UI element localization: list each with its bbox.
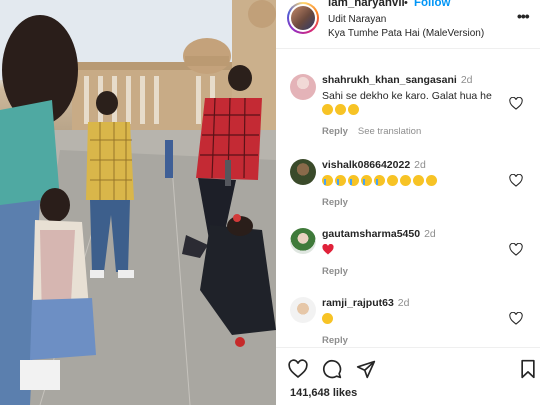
- commenter-avatar[interactable]: [290, 228, 316, 254]
- bookmark-icon[interactable]: [518, 359, 538, 379]
- like-comment-heart-icon[interactable]: [509, 174, 523, 187]
- separator-dot: •: [404, 0, 408, 9]
- post-header: iam_haryanvii • Follow Udit Narayan Kya …: [276, 0, 540, 48]
- laughing-emoji-icon: [335, 104, 346, 115]
- follow-button[interactable]: Follow: [414, 0, 450, 9]
- commenter-avatar[interactable]: [290, 297, 316, 323]
- comment-item: ramji_rajput63 2d Reply: [276, 297, 540, 346]
- crying-emoji-icon: [374, 175, 385, 186]
- comment-item: shahrukh_khan_sangasani 2d Sahi se dekho …: [276, 74, 540, 140]
- share-icon[interactable]: [356, 359, 376, 379]
- comment-emojis: [322, 175, 439, 188]
- comment-item: gautamsharma5450 2d Reply: [276, 228, 540, 294]
- reply-button[interactable]: Reply: [322, 126, 348, 137]
- reply-button[interactable]: Reply: [322, 335, 348, 346]
- comment-emojis: [322, 313, 335, 326]
- commenter-avatar[interactable]: [290, 74, 316, 100]
- like-comment-heart-icon[interactable]: [509, 97, 523, 110]
- comment-time: 2d: [414, 159, 426, 171]
- like-comment-heart-icon[interactable]: [509, 243, 523, 256]
- commenter-avatar[interactable]: [290, 159, 316, 185]
- commenter-username[interactable]: ramji_rajput63: [322, 297, 394, 309]
- sad-emoji-icon: [413, 175, 424, 186]
- sad-emoji-icon: [426, 175, 437, 186]
- comment-time: 2d: [460, 74, 473, 86]
- reply-button[interactable]: Reply: [322, 197, 348, 208]
- commenter-username[interactable]: gautamsharma5450: [322, 228, 420, 240]
- commenter-username[interactable]: vishalk086642022: [322, 159, 410, 171]
- audio-artist-link[interactable]: Udit Narayan: [328, 14, 386, 25]
- post-action-bar: 141,648 likes: [276, 347, 540, 405]
- sad-emoji-icon: [387, 175, 398, 186]
- post-side-panel: iam_haryanvii • Follow Udit Narayan Kya …: [276, 0, 540, 405]
- crying-emoji-icon: [348, 175, 359, 186]
- crying-emoji-icon: [322, 175, 333, 186]
- red-heart-emoji-icon: [322, 243, 334, 255]
- sad-emoji-icon: [400, 175, 411, 186]
- comment-emojis: [322, 104, 361, 117]
- author-avatar-image: [291, 6, 315, 30]
- see-translation-button[interactable]: See translation: [358, 126, 421, 137]
- post-media[interactable]: [0, 0, 276, 405]
- laughing-emoji-icon: [348, 104, 359, 115]
- author-username[interactable]: iam_haryanvii: [328, 0, 405, 9]
- comment-icon[interactable]: [322, 359, 342, 379]
- reply-button[interactable]: Reply: [322, 266, 348, 277]
- commenter-username[interactable]: shahrukh_khan_sangasani: [322, 74, 457, 86]
- comment-text: Sahi se dekho ke karo. Galat hua he: [322, 90, 492, 102]
- sad-emoji-icon: [322, 313, 333, 324]
- heart-icon[interactable]: [288, 359, 308, 379]
- comments-list[interactable]: shahrukh_khan_sangasani 2d Sahi se dekho …: [276, 48, 540, 346]
- comment-emojis: [322, 243, 334, 258]
- crying-emoji-icon: [361, 175, 372, 186]
- like-comment-heart-icon[interactable]: [509, 312, 523, 325]
- comments-top-divider: [276, 48, 540, 49]
- video-frame-illustration: [0, 0, 276, 405]
- more-options-icon[interactable]: •••: [517, 8, 530, 24]
- likes-count[interactable]: 141,648 likes: [290, 387, 357, 399]
- crying-emoji-icon: [335, 175, 346, 186]
- laughing-emoji-icon: [322, 104, 333, 115]
- author-avatar[interactable]: [287, 2, 319, 34]
- comment-item: vishalk086642022 2d Reply: [276, 159, 540, 225]
- comment-time: 2d: [397, 297, 410, 309]
- audio-title-link[interactable]: Kya Tumhe Pata Hai (MaleVersion): [328, 28, 484, 39]
- comment-time: 2d: [424, 228, 436, 240]
